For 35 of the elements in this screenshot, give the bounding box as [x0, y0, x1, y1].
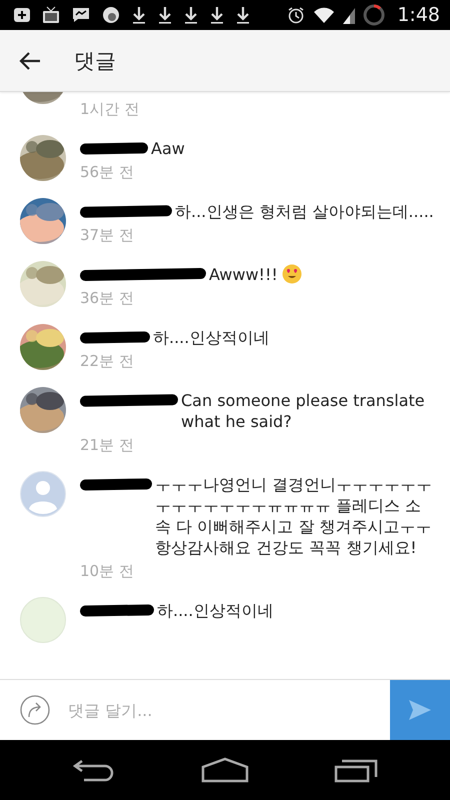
- comment-time: 22분 전: [80, 351, 135, 372]
- plus-icon: [14, 8, 30, 22]
- comment-time: 36분 전: [80, 288, 135, 309]
- download-icon: [132, 6, 146, 24]
- comment-text: 하....인상적이네: [153, 327, 270, 348]
- comment-time: 10분 전: [80, 561, 135, 582]
- comment-input-field[interactable]: 댓글 달기...: [68, 700, 372, 720]
- alarm-icon: [287, 6, 306, 24]
- back-button[interactable]: [18, 50, 42, 70]
- send-icon: [408, 699, 432, 721]
- comment-text: Aaw: [151, 138, 185, 159]
- person-icon: [20, 471, 66, 517]
- comment-time: 37분 전: [80, 225, 135, 246]
- notification-icon: [102, 6, 120, 24]
- comment-time: 21분 전: [80, 435, 135, 456]
- avatar-icon: [20, 597, 66, 643]
- download-icon: [158, 6, 172, 24]
- download-icon: [210, 6, 224, 24]
- download-icon: [184, 6, 198, 24]
- comment-text: 하....인상적이네: [157, 600, 274, 621]
- battery-ring-icon: [363, 4, 386, 26]
- clock-time: 1:48: [397, 4, 440, 26]
- tv-icon: [42, 6, 60, 24]
- comment-time: 56분 전: [80, 162, 135, 183]
- comment-text: Awww!!!: [209, 264, 278, 285]
- download-icon: [236, 6, 250, 24]
- comment-text: Can someone please translate what he said?: [181, 390, 426, 432]
- page-title: 댓글: [74, 48, 116, 74]
- comment-text: 하...인생은 형처럼 살아야되는데.....: [175, 201, 434, 222]
- signal-icon: [343, 6, 356, 24]
- wifi-icon: [313, 6, 336, 24]
- share-icon[interactable]: [20, 695, 50, 725]
- comment-time: 1시간 전: [80, 99, 140, 120]
- comment-text: ㅜㅜㅜ나영언니 결경언니ㅜㅜㅜㅜㅜㅜㅜㅜㅜㅜㅜㅜㅜㅠㅠㅠㅠ 플레디스 소속 다 이뻐해주시고 잘 챙겨주시고ㅜㅜ 항상감사해요 건강도 꼭꼭 챙기세요!: [155, 474, 434, 558]
- chat-icon: [72, 7, 90, 23]
